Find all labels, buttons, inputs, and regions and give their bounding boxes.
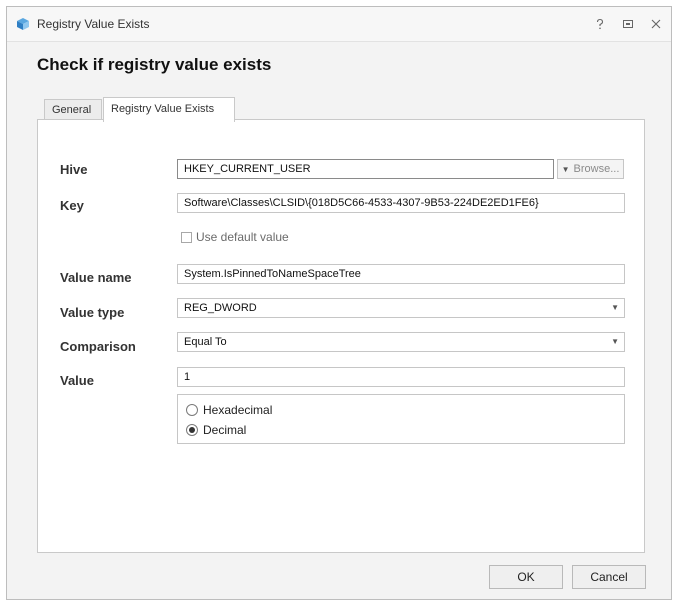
browse-label: Browse... — [573, 163, 620, 175]
close-icon[interactable] — [647, 15, 665, 33]
value-input[interactable]: 1 — [177, 367, 625, 387]
page-title: Check if registry value exists — [37, 55, 272, 74]
hive-input[interactable]: HKEY_CURRENT_USER — [177, 159, 554, 179]
hexadecimal-radio[interactable] — [186, 404, 198, 416]
number-format-group: Hexadecimal Decimal — [177, 394, 625, 444]
help-icon[interactable] — [591, 15, 609, 33]
window-title: Registry Value Exists — [37, 17, 150, 31]
key-value: Software\Classes\CLSID\{018D5C66-4533-43… — [184, 197, 539, 209]
use-default-checkbox[interactable] — [181, 231, 192, 243]
decimal-option[interactable]: Decimal — [186, 423, 246, 437]
decimal-radio[interactable] — [186, 424, 198, 436]
value-type-value: REG_DWORD — [184, 302, 257, 314]
value-label: Value — [60, 373, 94, 388]
value-type-select[interactable]: REG_DWORD ▼ — [177, 298, 625, 318]
dialog-window: Registry Value Exists Check if registry … — [6, 6, 672, 600]
comparison-label: Comparison — [60, 339, 136, 354]
value-type-label: Value type — [60, 305, 125, 320]
value-value: 1 — [184, 371, 191, 383]
value-name-label: Value name — [60, 270, 132, 285]
chevron-down-icon: ▼ — [611, 337, 619, 346]
value-name-value: System.IsPinnedToNameSpaceTree — [184, 268, 361, 280]
cancel-button[interactable]: Cancel — [572, 565, 646, 589]
chevron-down-icon: ▼ — [561, 164, 570, 174]
hexadecimal-option[interactable]: Hexadecimal — [186, 403, 272, 417]
hexadecimal-label: Hexadecimal — [203, 403, 273, 417]
tab-registry-value-exists[interactable]: Registry Value Exists — [103, 97, 235, 122]
title-bar[interactable]: Registry Value Exists — [7, 7, 671, 42]
browse-button[interactable]: ▼ Browse... — [557, 159, 624, 179]
key-label: Key — [60, 198, 84, 213]
use-default-label: Use default value — [196, 230, 289, 244]
decimal-label: Decimal — [203, 423, 247, 437]
tab-general[interactable]: General — [44, 99, 102, 119]
value-name-input[interactable]: System.IsPinnedToNameSpaceTree — [177, 264, 625, 284]
comparison-select[interactable]: Equal To ▼ — [177, 332, 625, 352]
maximize-icon[interactable] — [619, 15, 637, 33]
app-icon — [17, 18, 29, 30]
comparison-value: Equal To — [184, 336, 227, 348]
chevron-down-icon: ▼ — [611, 303, 619, 312]
tab-panel: Hive HKEY_CURRENT_USER ▼ Browse... Key S… — [37, 119, 645, 553]
use-default-checkbox-row[interactable]: Use default value — [181, 230, 289, 244]
key-input[interactable]: Software\Classes\CLSID\{018D5C66-4533-43… — [177, 193, 625, 213]
ok-button[interactable]: OK — [489, 565, 563, 589]
hive-label: Hive — [60, 162, 88, 177]
hive-value: HKEY_CURRENT_USER — [184, 163, 311, 175]
